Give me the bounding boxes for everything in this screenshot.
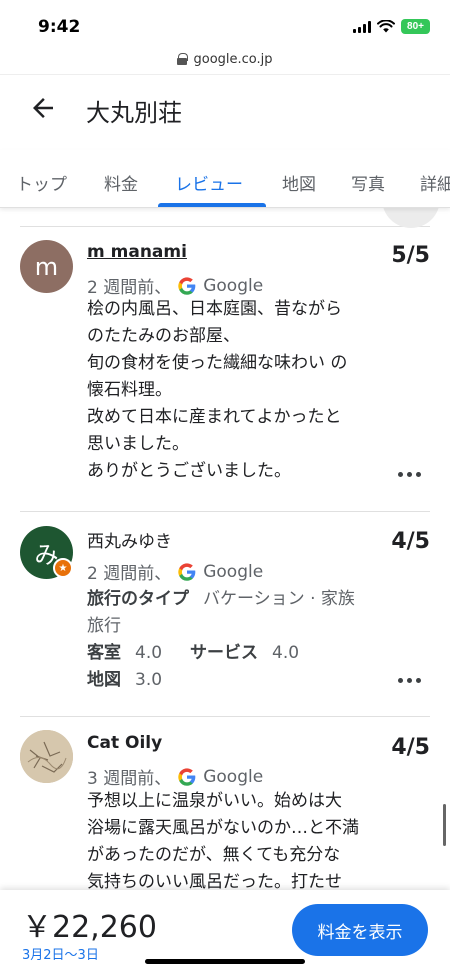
rating: 4/5 [391,735,430,760]
price: ￥22,260 [22,910,157,945]
google-g-icon [178,767,196,786]
status-bar: 9:42 80+ [0,0,450,48]
divider [20,226,430,227]
url-domain: google.co.jp [193,51,273,67]
service-score-row: サービス 4.0 [190,638,299,663]
page-header: 大丸別荘 [0,74,450,144]
google-g-icon [178,562,196,581]
more-options-icon[interactable] [398,472,422,480]
active-tab-indicator [158,203,266,207]
lock-icon [177,53,189,65]
back-arrow-icon[interactable] [28,93,58,123]
avatar[interactable] [20,730,73,783]
reviewer-name[interactable]: Cat Oily [87,733,162,753]
time-ago: 2 週間前、 [87,564,172,584]
room-label: 客室 [87,643,121,663]
local-guide-star-icon: ★ [53,558,73,578]
tab-reviews[interactable]: レビュー [175,170,243,195]
time-ago: 3 週間前、 [87,769,172,789]
page-title: 大丸別荘 [86,99,182,127]
room-score-row: 客室 4.0 [87,638,162,663]
review-text: 予想以上に温泉がいい。始めは大 浴場に露天風呂がないのか…と不満 があったのだが… [87,791,359,892]
tab-photos[interactable]: 写真 [351,170,385,195]
google-g-icon [178,276,196,295]
cat-photo-avatar [20,730,73,783]
map-value: 3.0 [135,670,163,690]
map-score-row: 地図 3.0 [87,665,162,690]
review-meta: 3 週間前、 Google [87,764,264,790]
tab-bar: トップ 料金 レビュー 地図 写真 詳細 [0,150,450,208]
review-source: Google [203,561,264,582]
tab-price[interactable]: 料金 [104,170,138,195]
room-value: 4.0 [135,643,163,663]
stay-dates[interactable]: 3月2日〜3日 [22,944,99,963]
tab-map[interactable]: 地図 [282,170,316,195]
home-indicator [145,959,305,964]
rating: 5/5 [391,243,430,268]
trip-type-label: 旅行のタイプ [87,589,189,609]
url-bar[interactable]: google.co.jp [0,46,450,72]
trip-type-value-cont: 旅行 [87,616,121,636]
tab-details[interactable]: 詳細 [420,170,450,195]
battery-icon: 80+ [401,19,430,34]
review-meta: 2 週間前、 Google [87,559,264,585]
avatar[interactable]: m [20,240,73,293]
map-label: 地図 [87,670,121,690]
review-source: Google [203,766,264,787]
review-source: Google [203,275,264,296]
status-icons: 80+ [353,19,430,34]
review-text: 桧の内風呂、日本庭園、昔ながら のたたみのお部屋、 旬の食材を使った繊細な味わい… [87,299,348,481]
divider [20,716,430,717]
trip-type-row: 旅行のタイプ バケーション · 家族 [87,584,355,609]
service-value: 4.0 [272,643,300,663]
show-price-button[interactable]: 料金を表示 [292,904,428,956]
more-options-icon[interactable] [398,678,422,686]
status-time: 9:42 [38,17,81,37]
review-meta: 2 週間前、 Google [87,273,264,299]
reviewer-name[interactable]: 西丸みゆき [87,527,172,552]
time-ago: 2 週間前、 [87,278,172,298]
service-label: サービス [190,643,258,663]
divider [20,511,430,512]
rating: 4/5 [391,529,430,554]
reviewer-name[interactable]: m manami [87,242,187,262]
tab-top[interactable]: トップ [16,170,67,195]
scrollbar[interactable] [443,804,446,846]
trip-type-value: バケーション · 家族 [203,589,355,609]
signal-icon [353,20,371,33]
wifi-icon [377,20,395,33]
